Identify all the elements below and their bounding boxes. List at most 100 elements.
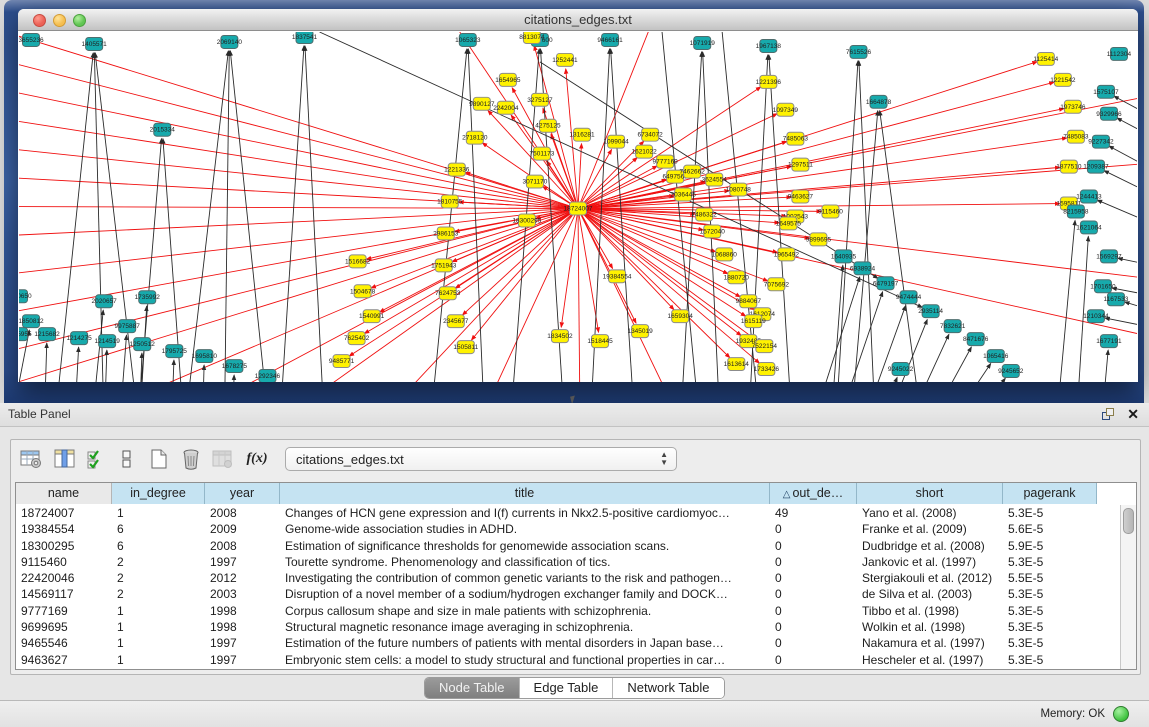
graph-node[interactable] xyxy=(166,345,183,358)
graph-node[interactable] xyxy=(499,73,516,86)
graph-node[interactable] xyxy=(19,290,28,303)
graph-node[interactable] xyxy=(459,33,476,46)
graph-node[interactable] xyxy=(296,32,313,43)
table-row[interactable]: 977716911998Corpus callosum shape and si… xyxy=(16,603,1120,619)
graph-node[interactable] xyxy=(526,175,543,188)
column-header-year[interactable]: year xyxy=(205,483,280,504)
graph-node[interactable] xyxy=(760,39,777,52)
graph-node[interactable] xyxy=(694,36,711,49)
graph-node[interactable] xyxy=(777,103,794,116)
graph-node[interactable] xyxy=(758,363,775,376)
graph-node[interactable] xyxy=(1110,47,1127,60)
graph-node[interactable] xyxy=(760,75,777,88)
graph-node[interactable] xyxy=(706,173,723,186)
graph-node[interactable] xyxy=(573,128,590,141)
graph-node[interactable] xyxy=(497,101,514,114)
column-header-short[interactable]: short xyxy=(857,483,1003,504)
graph-node[interactable] xyxy=(850,45,867,58)
graph-node[interactable] xyxy=(441,195,458,208)
graph-node[interactable] xyxy=(636,145,653,158)
close-panel-icon[interactable]: ✕ xyxy=(1127,406,1139,422)
graph-node[interactable] xyxy=(531,93,548,106)
graph-node[interactable] xyxy=(539,119,556,132)
network-window-titlebar[interactable]: citations_edges.txt xyxy=(18,9,1138,31)
graph-node[interactable] xyxy=(756,340,773,353)
graph-node[interactable] xyxy=(71,332,88,345)
graph-node[interactable] xyxy=(730,183,747,196)
graph-node[interactable] xyxy=(1092,135,1109,148)
graph-node[interactable] xyxy=(877,277,894,290)
delete-trash-button[interactable] xyxy=(177,445,205,473)
graph-node[interactable] xyxy=(226,360,243,373)
graph-node[interactable] xyxy=(696,208,713,221)
graph-node[interactable] xyxy=(437,227,454,240)
scrollbar-thumb[interactable] xyxy=(1123,508,1134,534)
graph-node[interactable] xyxy=(1100,107,1117,120)
graph-node[interactable] xyxy=(792,190,809,203)
graph-node[interactable] xyxy=(354,285,371,298)
select-columns-button[interactable] xyxy=(51,445,79,473)
graph-node[interactable] xyxy=(728,358,745,371)
graph-node[interactable] xyxy=(1067,130,1084,143)
tab-network-table[interactable]: Network Table xyxy=(613,678,723,698)
column-header-name[interactable]: name xyxy=(16,483,112,504)
table-settings-button[interactable] xyxy=(17,445,45,473)
graph-node[interactable] xyxy=(19,328,28,341)
graph-node[interactable] xyxy=(39,328,56,341)
table-row[interactable]: 1456911722003Disruption of a novel membe… xyxy=(16,586,1120,602)
graph-node[interactable] xyxy=(892,363,909,376)
graph-node[interactable] xyxy=(439,287,456,300)
graph-node[interactable] xyxy=(657,155,674,168)
graph-node[interactable] xyxy=(944,320,961,333)
graph-node[interactable] xyxy=(23,315,40,328)
tab-edge-table[interactable]: Edge Table xyxy=(520,678,614,698)
column-header-in_degree[interactable]: in_degree xyxy=(112,483,205,504)
new-table-button[interactable] xyxy=(145,445,173,473)
graph-node[interactable] xyxy=(792,158,809,171)
graph-node[interactable] xyxy=(1087,310,1104,323)
graph-node[interactable] xyxy=(592,335,609,348)
graph-node[interactable] xyxy=(632,325,649,338)
memory-ok-indicator[interactable] xyxy=(1113,706,1129,722)
graph-node[interactable] xyxy=(259,370,276,382)
column-header-title[interactable]: title xyxy=(280,483,770,504)
float-panel-icon[interactable] xyxy=(1102,408,1115,421)
graph-node[interactable] xyxy=(1067,205,1084,218)
table-row[interactable]: 946362711997Embryonic stem cells: a mode… xyxy=(16,652,1120,668)
function-builder-button[interactable]: f(x) xyxy=(243,445,271,473)
graph-node[interactable] xyxy=(900,291,917,304)
graph-node[interactable] xyxy=(466,131,483,144)
graph-node[interactable] xyxy=(740,295,757,308)
graph-node[interactable] xyxy=(608,135,625,148)
graph-node[interactable] xyxy=(221,35,238,48)
graph-node[interactable] xyxy=(447,315,464,328)
graph-node[interactable] xyxy=(551,330,568,343)
graph-node[interactable] xyxy=(23,33,40,46)
graph-node[interactable] xyxy=(139,291,156,304)
vertical-scrollbar[interactable] xyxy=(1120,505,1136,669)
graph-node[interactable] xyxy=(602,33,619,46)
graph-node[interactable] xyxy=(780,217,797,230)
graph-node[interactable] xyxy=(556,53,573,66)
graph-node[interactable] xyxy=(154,123,171,136)
graph-node[interactable] xyxy=(1080,190,1097,203)
graph-node[interactable] xyxy=(119,320,136,333)
table-row[interactable]: 946554611997Estimation of the future num… xyxy=(16,635,1120,651)
graph-node[interactable] xyxy=(609,270,626,283)
table-row[interactable]: 2242004622012Investigating the contribut… xyxy=(16,570,1120,586)
graph-node[interactable] xyxy=(835,250,852,263)
select-all-checklist-button[interactable] xyxy=(83,445,111,473)
graph-node[interactable] xyxy=(473,97,490,110)
graph-node[interactable] xyxy=(854,262,871,275)
graph-node[interactable] xyxy=(684,165,701,178)
graph-node[interactable] xyxy=(1087,160,1104,173)
tab-node-table[interactable]: Node Table xyxy=(425,678,520,698)
network-canvas[interactable]: 3655236140557120691401837541106532315276… xyxy=(19,32,1137,382)
table-row[interactable]: 1938455462009Genome-wide association stu… xyxy=(16,521,1120,537)
graph-node[interactable] xyxy=(642,128,659,141)
table-row[interactable]: 1872400712008Changes of HCN gene express… xyxy=(16,505,1120,521)
graph-node[interactable] xyxy=(1094,280,1111,293)
graph-node[interactable] xyxy=(99,335,116,348)
table-source-select[interactable]: citations_edges.txt ▲▼ xyxy=(285,447,677,471)
graph-node[interactable] xyxy=(740,335,757,348)
